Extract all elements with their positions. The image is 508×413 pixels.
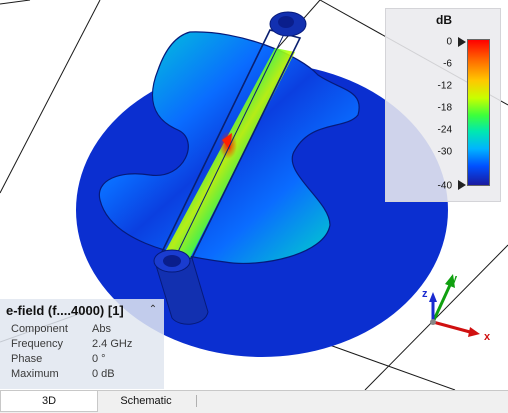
info-value: 0 ° xyxy=(92,353,106,365)
tab-schematic[interactable]: Schematic xyxy=(98,391,194,411)
info-row-phase: Phase 0 ° xyxy=(11,353,106,365)
legend-tick: -24 xyxy=(437,124,452,136)
legend-tick: -18 xyxy=(437,102,452,114)
info-row-component: Component Abs xyxy=(11,323,111,335)
info-row-maximum: Maximum 0 dB xyxy=(11,368,115,380)
info-value: 0 dB xyxy=(92,368,115,380)
info-value: 2.4 GHz xyxy=(92,338,133,350)
axis-x-label: x xyxy=(484,331,491,343)
color-legend: dB 0 -6 -12 -18 -24 -30 -40 xyxy=(385,8,501,202)
legend-tick: -12 xyxy=(437,80,452,92)
result-title: e-field (f....4000) [1] xyxy=(6,303,124,318)
legend-tick: -30 xyxy=(437,146,452,158)
tab-3d[interactable]: 3D xyxy=(0,391,98,412)
axis-z-label: z xyxy=(422,288,428,300)
legend-unit: dB xyxy=(436,13,452,27)
axis-y-label: y xyxy=(451,273,458,285)
info-label: Maximum xyxy=(11,368,59,380)
legend-max-marker[interactable] xyxy=(458,37,466,47)
info-row-frequency: Frequency 2.4 GHz xyxy=(11,338,132,350)
axes-triad: x y z xyxy=(422,273,491,343)
top-connector xyxy=(269,11,307,37)
info-label: Phase xyxy=(11,353,43,365)
info-value: Abs xyxy=(92,323,111,335)
legend-tick: 0 xyxy=(446,36,452,48)
view-tab-bar: 3D Schematic xyxy=(0,390,508,413)
collapse-chevron-icon[interactable]: ⌃ xyxy=(146,303,160,317)
tab-divider xyxy=(196,395,197,407)
result-info-panel: e-field (f....4000) [1] ⌃ Component Abs F… xyxy=(0,299,164,389)
3d-viewport[interactable]: x y z dB 0 -6 -12 -18 -24 -30 -40 e-fiel… xyxy=(0,0,508,390)
info-label: Frequency xyxy=(11,338,63,350)
info-label: Component xyxy=(11,323,68,335)
legend-color-bar xyxy=(467,39,490,186)
legend-tick: -6 xyxy=(443,58,452,70)
legend-min-marker[interactable] xyxy=(458,180,466,190)
legend-tick: -40 xyxy=(437,180,452,192)
